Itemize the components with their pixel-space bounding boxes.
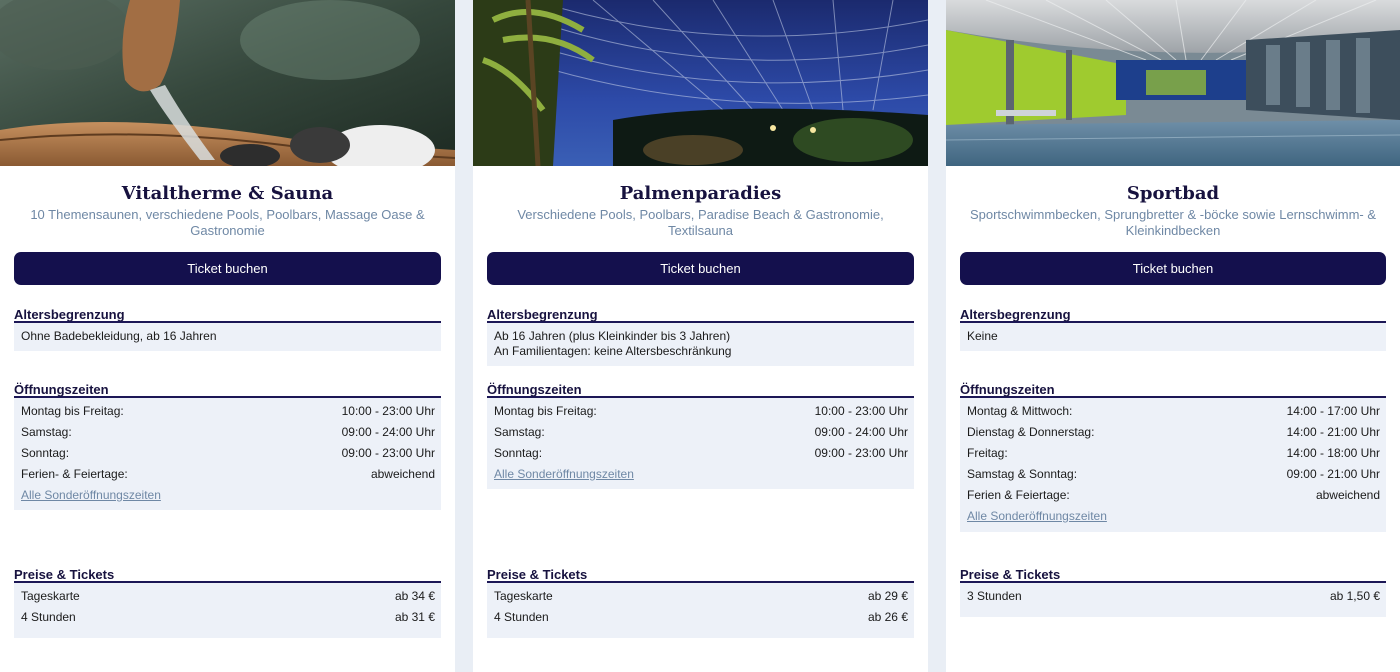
hours-row: Sonntag: 09:00 - 23:00 Uhr — [494, 446, 908, 467]
hours-day: Sonntag: — [21, 446, 70, 460]
price-value: ab 29 € — [867, 589, 908, 603]
card-sportbad: Sportbad Sportschwimmbecken, Sprungbrett… — [946, 0, 1400, 672]
hours-time: 14:00 - 21:00 Uhr — [1286, 425, 1380, 439]
special-hours-link[interactable]: Alle Sonderöffnungszeiten — [21, 488, 161, 504]
hero-image-vitaltherme — [0, 0, 455, 166]
hours-time: 09:00 - 21:00 Uhr — [1286, 467, 1380, 481]
hours-day: Ferien & Feiertage: — [967, 488, 1070, 502]
card-title: Sportbad — [1126, 183, 1220, 204]
price-row: 4 Stunden ab 31 € — [21, 610, 435, 631]
hours-heading: Öffnungszeiten — [960, 381, 1386, 398]
hours-time: 10:00 - 23:00 Uhr — [341, 404, 435, 418]
hours-time: abweichend — [1315, 488, 1380, 502]
price-value: ab 31 € — [394, 610, 435, 624]
hours-day: Dienstag & Donnerstag: — [967, 425, 1095, 439]
hours-heading: Öffnungszeiten — [14, 381, 441, 398]
hours-row: Freitag: 14:00 - 18:00 Uhr — [967, 446, 1380, 467]
age-line: Ohne Badebekleidung, ab 16 Jahren — [21, 329, 217, 343]
hours-row: Montag bis Freitag: 10:00 - 23:00 Uhr — [494, 404, 908, 425]
ticket-button[interactable]: Ticket buchen — [14, 252, 441, 285]
card-title: Palmenparadies — [619, 183, 782, 204]
hours-time: 09:00 - 24:00 Uhr — [341, 425, 435, 439]
hero-image-palmenparadies — [473, 0, 928, 166]
hours-row: Ferien- & Feiertage: abweichend — [21, 467, 435, 488]
prices-box: Tageskarte ab 34 € 4 Stunden ab 31 € — [14, 583, 441, 638]
age-heading: Altersbegrenzung — [14, 306, 441, 323]
hours-row: Montag bis Freitag: 10:00 - 23:00 Uhr — [21, 404, 435, 425]
hero-image-sportbad — [946, 0, 1400, 166]
ticket-button[interactable]: Ticket buchen — [487, 252, 914, 285]
hours-time: 09:00 - 24:00 Uhr — [814, 425, 908, 439]
price-value: ab 34 € — [394, 589, 435, 603]
price-label: Tageskarte — [21, 589, 80, 603]
hours-heading: Öffnungszeiten — [487, 381, 914, 398]
price-label: Tageskarte — [494, 589, 553, 603]
hours-time: 14:00 - 17:00 Uhr — [1286, 404, 1380, 418]
hours-box: Montag bis Freitag: 10:00 - 23:00 Uhr Sam… — [14, 398, 441, 510]
price-value: ab 26 € — [867, 610, 908, 624]
hours-row: Samstag & Sonntag: 09:00 - 21:00 Uhr — [967, 467, 1380, 488]
price-row: Tageskarte ab 29 € — [494, 589, 908, 610]
age-line: Keine — [967, 329, 998, 343]
hours-time: abweichend — [370, 467, 435, 481]
hours-day: Montag bis Freitag: — [494, 404, 597, 418]
prices-box: Tageskarte ab 29 € 4 Stunden ab 26 € — [487, 583, 914, 638]
hours-row: Ferien & Feiertage: abweichend — [967, 488, 1380, 509]
ticket-button[interactable]: Ticket buchen — [960, 252, 1386, 285]
age-box: Ohne Badebekleidung, ab 16 Jahren — [14, 323, 441, 351]
hours-row: Montag & Mittwoch: 14:00 - 17:00 Uhr — [967, 404, 1380, 425]
card-subtitle: 10 Themensaunen, verschiedene Pools, Poo… — [30, 207, 425, 238]
card-subtitle: Sportschwimmbecken, Sprungbretter & -böc… — [969, 207, 1377, 238]
age-heading: Altersbegrenzung — [487, 306, 914, 323]
hours-row: Sonntag: 09:00 - 23:00 Uhr — [21, 446, 435, 467]
hours-day: Ferien- & Feiertage: — [21, 467, 128, 481]
price-label: 4 Stunden — [21, 610, 76, 624]
hours-time: 10:00 - 23:00 Uhr — [814, 404, 908, 418]
hours-day: Montag & Mittwoch: — [967, 404, 1073, 418]
price-label: 3 Stunden — [967, 589, 1022, 603]
hours-row: Samstag: 09:00 - 24:00 Uhr — [21, 425, 435, 446]
hours-day: Sonntag: — [494, 446, 543, 460]
card-title: Vitaltherme & Sauna — [121, 183, 334, 204]
age-heading: Altersbegrenzung — [960, 306, 1386, 323]
price-row: 4 Stunden ab 26 € — [494, 610, 908, 631]
hours-day: Montag bis Freitag: — [21, 404, 124, 418]
price-row: Tageskarte ab 34 € — [21, 589, 435, 610]
prices-heading: Preise & Tickets — [487, 566, 914, 583]
age-line: Ab 16 Jahren (plus Kleinkinder bis 3 Jah… — [494, 329, 731, 343]
age-box: Ab 16 Jahren (plus Kleinkinder bis 3 Jah… — [487, 323, 914, 366]
card-vitaltherme: Vitaltherme & Sauna 10 Themensaunen, ver… — [0, 0, 455, 672]
hours-day: Samstag: — [494, 425, 545, 439]
attraction-cards: Vitaltherme & Sauna 10 Themensaunen, ver… — [0, 0, 1400, 672]
card-palmenparadies: Palmenparadies Verschiedene Pools, Poolb… — [473, 0, 928, 672]
prices-heading: Preise & Tickets — [960, 566, 1386, 583]
hours-time: 09:00 - 23:00 Uhr — [814, 446, 908, 460]
hours-day: Samstag: — [21, 425, 72, 439]
age-line: An Familientagen: keine Altersbeschränku… — [494, 344, 732, 358]
hours-row: Samstag: 09:00 - 24:00 Uhr — [494, 425, 908, 446]
price-row: 3 Stunden ab 1,50 € — [967, 589, 1380, 610]
special-hours-link[interactable]: Alle Sonderöffnungszeiten — [967, 509, 1107, 525]
hours-row: Dienstag & Donnerstag: 14:00 - 21:00 Uhr — [967, 425, 1380, 446]
hours-box: Montag & Mittwoch: 14:00 - 17:00 Uhr Dien… — [960, 398, 1386, 532]
hours-box: Montag bis Freitag: 10:00 - 23:00 Uhr Sam… — [487, 398, 914, 489]
hours-day: Samstag & Sonntag: — [967, 467, 1078, 481]
price-label: 4 Stunden — [494, 610, 549, 624]
hours-day: Freitag: — [967, 446, 1008, 460]
age-box: Keine — [960, 323, 1386, 351]
prices-box: 3 Stunden ab 1,50 € — [960, 583, 1386, 617]
hours-time: 09:00 - 23:00 Uhr — [341, 446, 435, 460]
hours-time: 14:00 - 18:00 Uhr — [1286, 446, 1380, 460]
card-subtitle: Verschiedene Pools, Poolbars, Paradise B… — [517, 207, 884, 238]
special-hours-link[interactable]: Alle Sonderöffnungszeiten — [494, 467, 634, 483]
prices-heading: Preise & Tickets — [14, 566, 441, 583]
price-value: ab 1,50 € — [1329, 589, 1380, 603]
